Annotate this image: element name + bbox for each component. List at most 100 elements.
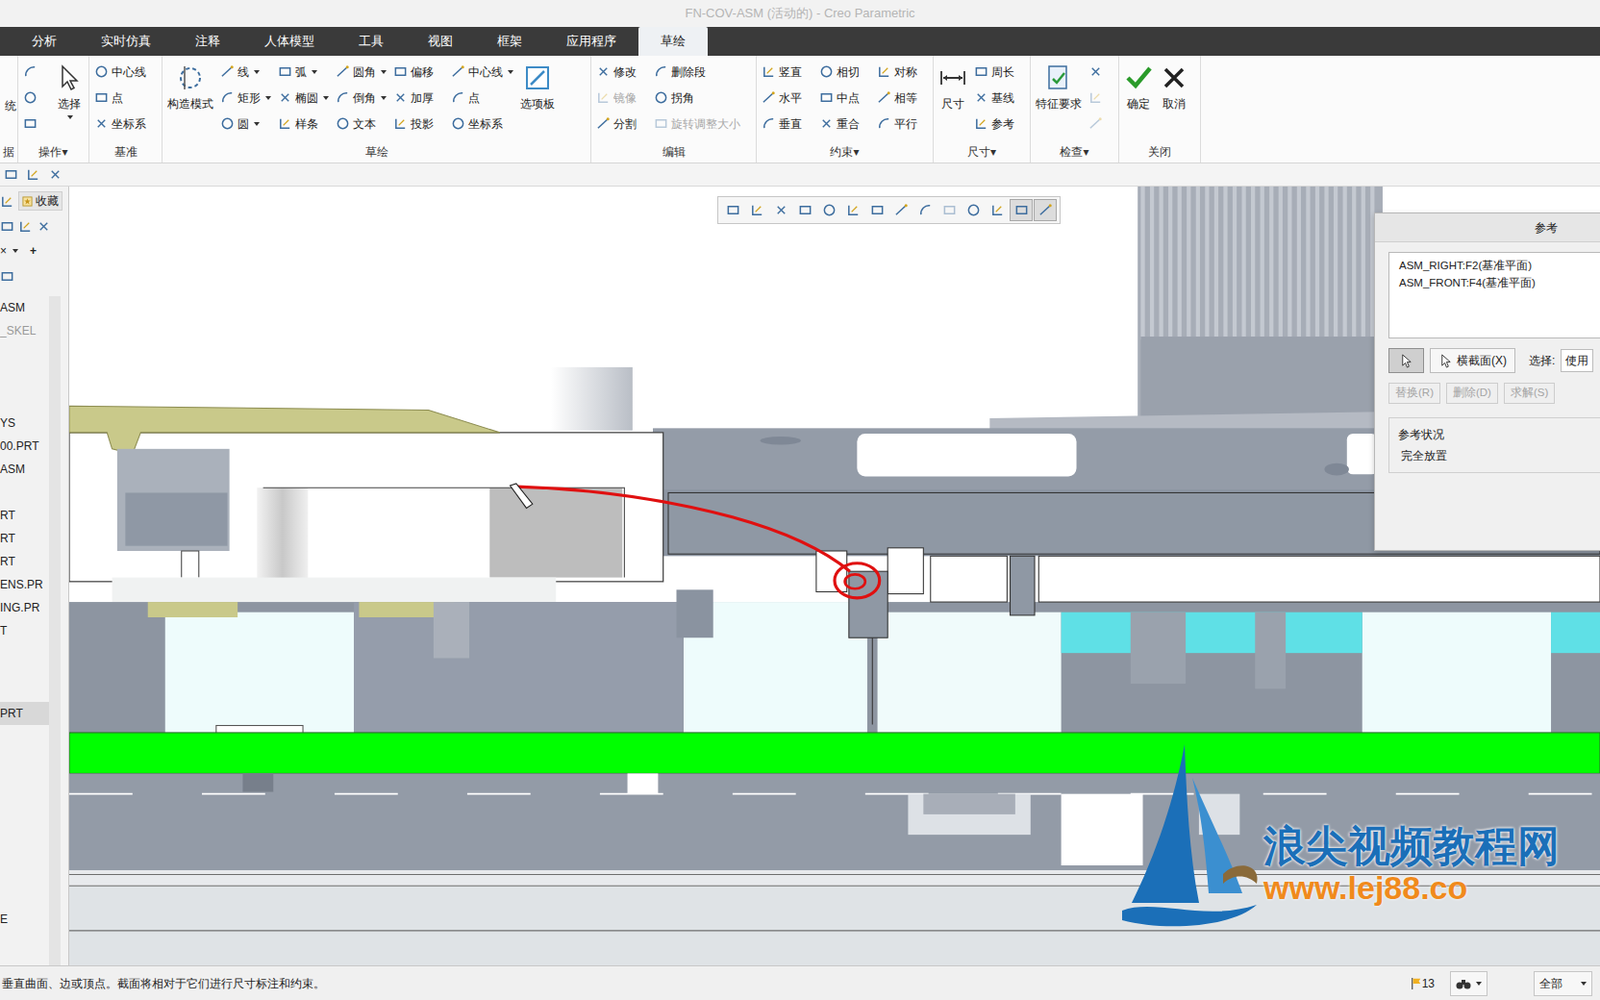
ribbon-button[interactable]: 参考: [974, 110, 1025, 137]
ribbon-button[interactable]: 竖直: [761, 58, 813, 85]
group-label[interactable]: 编辑: [591, 141, 756, 163]
ribbon-big-button[interactable]: 确定: [1124, 58, 1153, 120]
view-button[interactable]: [913, 199, 937, 222]
model-view[interactable]: [69, 186, 1600, 966]
ribbon-button[interactable]: 旋转调整大小: [653, 110, 751, 137]
tree-item[interactable]: E: [0, 907, 50, 931]
tree-item[interactable]: PRT: [0, 701, 50, 725]
action-button[interactable]: 替换(R): [1388, 382, 1441, 404]
view-button[interactable]: [889, 199, 913, 222]
menu-tab[interactable]: 分析: [9, 26, 79, 56]
tree-item[interactable]: ASM: [0, 457, 50, 481]
reference-item[interactable]: ASM_FRONT:F4(基准平面): [1399, 274, 1600, 292]
ribbon-button[interactable]: 镜像: [596, 84, 648, 111]
ribbon-button[interactable]: 矩形: [220, 84, 272, 111]
ribbon-button[interactable]: 平行: [876, 110, 928, 137]
ribbon-button[interactable]: 基线: [974, 84, 1025, 111]
ribbon-button[interactable]: [1088, 84, 1114, 111]
ribbon-big-button[interactable]: 选项板: [520, 58, 555, 120]
view-button[interactable]: [841, 199, 865, 222]
tree-item[interactable]: ING.PR: [0, 596, 50, 620]
dropdown-caret[interactable]: [12, 249, 19, 253]
tree-item[interactable]: RT: [0, 503, 50, 527]
tree-item[interactable]: RT: [0, 526, 50, 550]
menu-tab[interactable]: 实时仿真: [78, 26, 174, 56]
tree-item[interactable]: RT: [0, 550, 50, 574]
tree-item[interactable]: T: [0, 619, 50, 643]
view-button[interactable]: [985, 199, 1009, 222]
ribbon-button[interactable]: 文本: [335, 110, 387, 137]
dialog-header[interactable]: 参考: [1375, 213, 1600, 243]
tree-item[interactable]: ENS.PR: [0, 573, 50, 597]
menu-tab[interactable]: 视图: [405, 26, 475, 56]
ribbon-button[interactable]: 点: [450, 84, 514, 111]
ribbon-button[interactable]: 线: [220, 58, 272, 85]
tree-item[interactable]: ASM: [0, 296, 50, 320]
view-button[interactable]: [865, 199, 889, 222]
ribbon-button[interactable]: 倒角: [335, 84, 387, 111]
ribbon-button[interactable]: 偏移: [393, 58, 445, 85]
menu-tab[interactable]: 应用程序: [544, 26, 639, 56]
ribbon-button[interactable]: 坐标系: [450, 110, 514, 137]
ribbon-button[interactable]: 相等: [876, 84, 928, 111]
menu-tab[interactable]: 框架: [475, 26, 545, 56]
ribbon-button[interactable]: [23, 110, 49, 137]
group-label[interactable]: 操作▾: [18, 141, 89, 163]
group-label[interactable]: 检查▾: [1030, 141, 1119, 163]
ribbon-button[interactable]: 垂直: [761, 110, 813, 137]
ribbon-big-button[interactable]: 构造模式: [167, 58, 214, 120]
ribbon-button[interactable]: 周长: [974, 58, 1025, 85]
menu-tab[interactable]: 草绘: [638, 26, 708, 56]
ribbon-button[interactable]: [1088, 110, 1114, 137]
ribbon-button[interactable]: 重合: [819, 110, 871, 137]
ribbon-button[interactable]: 样条: [277, 110, 329, 137]
ribbon-button[interactable]: 分割: [596, 110, 648, 137]
group-label[interactable]: 据: [0, 141, 18, 163]
action-button[interactable]: 求解(S): [1503, 382, 1555, 404]
ribbon-button[interactable]: [23, 58, 49, 85]
group-label[interactable]: 关闭: [1119, 141, 1200, 163]
ribbon-big-button[interactable]: 取消: [1159, 58, 1189, 120]
add-button[interactable]: +: [29, 242, 37, 260]
ribbon-button[interactable]: 中心线: [94, 58, 157, 85]
graphics-window[interactable]: 参考 ASM_RIGHT:F2(基准平面)ASM_FRONT:F4(基准平面) 横截…: [69, 186, 1600, 966]
ribbon-button[interactable]: 椭圆: [277, 84, 329, 111]
reference-item[interactable]: ASM_RIGHT:F2(基准平面): [1399, 256, 1600, 275]
ribbon-button[interactable]: 圆: [220, 110, 272, 137]
selection-filter[interactable]: 全部: [1533, 971, 1593, 997]
ribbon-big-button[interactable]: 选择: [54, 58, 84, 120]
tree-item[interactable]: 00.PRT: [0, 434, 50, 458]
ribbon-button[interactable]: 中心线: [450, 58, 514, 85]
ribbon-button[interactable]: 中点: [819, 84, 871, 111]
view-button[interactable]: [937, 199, 961, 222]
ribbon-button[interactable]: 加厚: [393, 84, 445, 111]
view-button[interactable]: [745, 199, 769, 222]
view-button[interactable]: [1009, 199, 1033, 222]
menu-tab[interactable]: 工具: [336, 26, 406, 56]
ribbon-button[interactable]: 水平: [761, 84, 813, 111]
ribbon-button[interactable]: 修改: [596, 58, 648, 85]
view-button[interactable]: [721, 199, 745, 222]
tree-item[interactable]: _SKEL: [0, 319, 50, 343]
ribbon-button[interactable]: 拐角: [653, 84, 751, 111]
select-dropdown[interactable]: 使用: [1560, 349, 1594, 373]
ribbon-big-button[interactable]: 统: [4, 58, 17, 122]
ribbon-button[interactable]: [1088, 58, 1114, 85]
ribbon-button[interactable]: 相切: [819, 58, 871, 85]
ribbon-button[interactable]: 弧: [277, 58, 329, 85]
group-label[interactable]: 草绘: [162, 141, 591, 163]
ribbon-button[interactable]: 投影: [393, 110, 445, 137]
favorites-tab[interactable]: 收藏: [18, 191, 63, 211]
section-button[interactable]: 横截面(X): [1429, 348, 1516, 374]
menu-tab[interactable]: 人体模型: [242, 26, 337, 56]
view-button[interactable]: [961, 199, 985, 222]
ribbon-button[interactable]: 对称: [876, 58, 928, 85]
ribbon-big-button[interactable]: 尺寸: [938, 58, 968, 120]
ribbon-button[interactable]: 删除段: [653, 58, 751, 85]
ribbon-button[interactable]: [23, 84, 49, 111]
tree-item[interactable]: YS: [0, 411, 50, 435]
view-button[interactable]: [817, 199, 841, 222]
ribbon-big-button[interactable]: 特征要求: [1035, 58, 1082, 120]
action-button[interactable]: 删除(D): [1446, 382, 1499, 404]
clear-button[interactable]: ×: [0, 242, 7, 260]
